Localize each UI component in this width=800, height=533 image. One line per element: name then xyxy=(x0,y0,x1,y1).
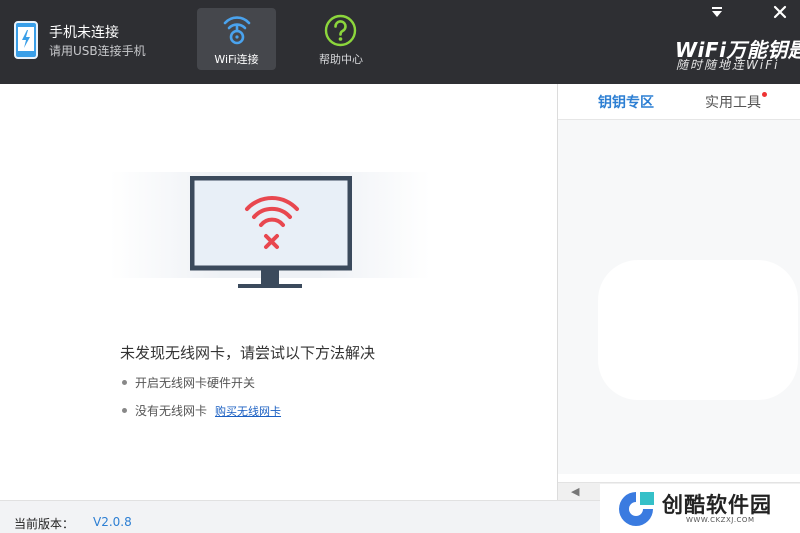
buy-wifi-card-link[interactable]: 购买无线网卡 xyxy=(215,405,281,418)
nav-help-center[interactable]: 帮助中心 xyxy=(306,8,376,70)
device-hint: 请用USB连接手机 xyxy=(49,44,146,58)
nav-wifi-label: WiFi连接 xyxy=(214,53,259,66)
device-status: 手机未连接 xyxy=(49,25,119,41)
watermark-url: WWW.CKZXJ.COM xyxy=(686,516,755,524)
brand-slogan: 随时随地连WiFi xyxy=(676,58,780,72)
bullet-icon xyxy=(122,408,127,413)
bolt-icon xyxy=(22,30,30,48)
help-circle-icon xyxy=(324,14,357,47)
watermark: 创酷软件园 WWW.CKZXJ.COM xyxy=(600,484,800,533)
version-label: 当前版本： xyxy=(14,517,75,531)
wifi-key-icon xyxy=(223,16,251,45)
scroll-left-icon[interactable]: ◀ xyxy=(571,485,579,498)
close-icon[interactable] xyxy=(771,4,789,20)
bullet-icon xyxy=(122,380,127,385)
tab-tools[interactable]: 实用工具 xyxy=(705,92,767,112)
tip-enable-wifi-switch: 开启无线网卡硬件开关 xyxy=(122,374,255,391)
tab-key-zone[interactable]: 钥钥专区 xyxy=(587,92,665,121)
main-panel: 未发现无线网卡，请尝试以下方法解决 开启无线网卡硬件开关 没有无线网卡 购买无线网… xyxy=(0,84,557,500)
sidebar-panel: 钥钥专区 实用工具 ◀ xyxy=(557,84,800,500)
watermark-name: 创酷软件园 xyxy=(662,493,772,517)
tip-no-wifi-card: 没有无线网卡 购买无线网卡 xyxy=(122,402,281,419)
version-value: V2.0.8 xyxy=(93,515,132,529)
error-title: 未发现无线网卡，请尝试以下方法解决 xyxy=(120,344,376,362)
tip-text: 没有无线网卡 xyxy=(135,404,208,418)
nav-help-label: 帮助中心 xyxy=(319,53,363,66)
title-bar: 手机未连接 请用USB连接手机 WiFi连接 帮助中心 WiFi万能钥匙 随时随… xyxy=(0,0,800,84)
tip-text: 开启无线网卡硬件开关 xyxy=(135,376,256,390)
nav-wifi-connect[interactable]: WiFi连接 xyxy=(197,8,276,70)
sidebar-content xyxy=(558,119,800,474)
content-placeholder xyxy=(598,260,798,400)
notification-dot-icon xyxy=(762,92,767,97)
watermark-logo-icon xyxy=(619,492,654,526)
phone-icon xyxy=(14,21,38,59)
menu-arrow-icon[interactable] xyxy=(708,4,726,20)
tab-tools-label: 实用工具 xyxy=(705,95,761,111)
